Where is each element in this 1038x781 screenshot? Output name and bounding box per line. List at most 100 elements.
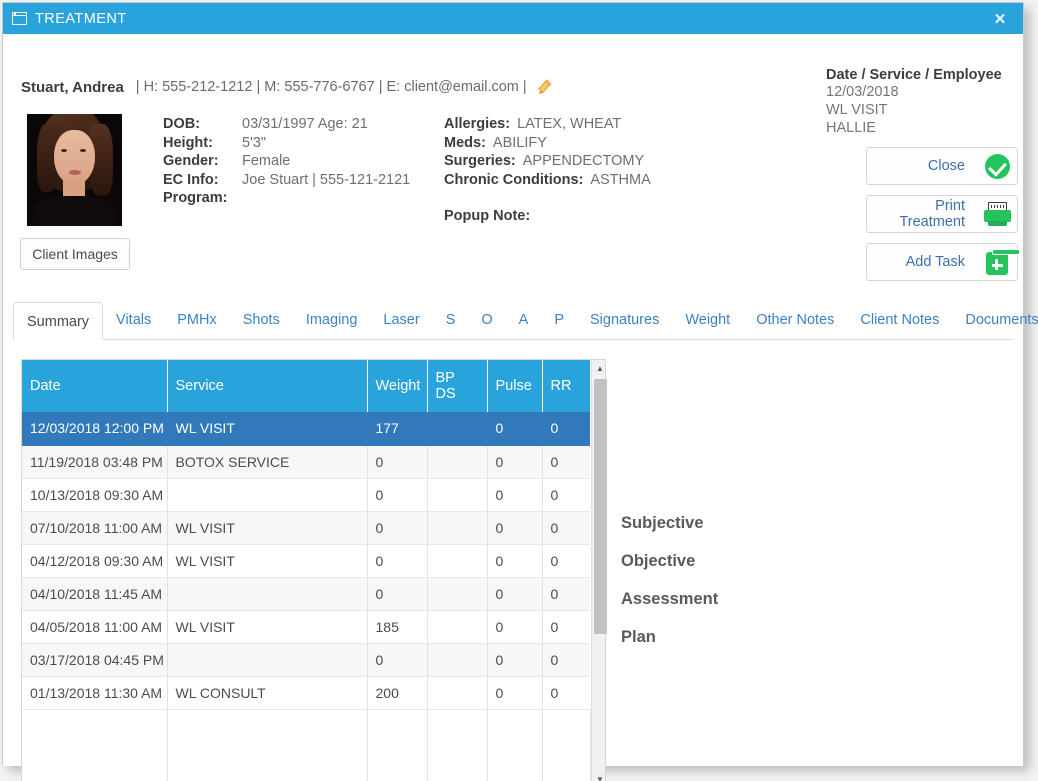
- tab-pmhx[interactable]: PMHx: [164, 302, 229, 339]
- cell-rr: 0: [542, 577, 590, 611]
- tab-weight[interactable]: Weight: [672, 302, 743, 339]
- treatment-history-table: Date Service Weight BP DS Pulse RR 12/03/2018…: [22, 360, 591, 781]
- cell-rr: 0: [542, 478, 590, 512]
- column-header-weight[interactable]: Weight: [367, 360, 428, 412]
- demographics-row: Gender: Female: [163, 152, 410, 171]
- cell-pulse: 0: [487, 445, 543, 479]
- medical-row: Surgeries: APPENDECTOMY: [444, 152, 651, 171]
- tab-a[interactable]: A: [506, 302, 542, 339]
- tab-client-notes[interactable]: Client Notes: [847, 302, 952, 339]
- demographics-row: EC Info: Joe Stuart | 555-121-2121: [163, 171, 410, 190]
- cell-pulse: 0: [487, 577, 543, 611]
- grid-vertical-scrollbar[interactable]: ▲ ▼: [590, 360, 609, 781]
- tab-s[interactable]: S: [433, 302, 469, 339]
- tab-vitals[interactable]: Vitals: [103, 302, 164, 339]
- soap-assessment[interactable]: Assessment: [621, 590, 718, 609]
- medical-value: ASTHMA: [590, 171, 651, 188]
- demographics-panel: DOB: 03/31/1997 Age: 21 Height: 5'3" Gen…: [163, 115, 410, 208]
- cell-weight: 0: [367, 544, 428, 578]
- medical-label: Surgeries:: [444, 153, 516, 169]
- print-treatment-button-label: Print Treatment: [899, 198, 965, 230]
- appointment-service: WL VISIT: [826, 102, 888, 118]
- demographics-label: Gender:: [163, 153, 219, 169]
- cell-pulse: 0: [487, 610, 543, 644]
- soap-subjective[interactable]: Subjective: [621, 514, 718, 533]
- check-circle-icon: [977, 153, 1017, 179]
- cell-date: 11/19/2018 03:48 PM: [22, 445, 168, 479]
- cell-service: WL VISIT: [167, 511, 368, 545]
- cell-bpds: [427, 511, 488, 545]
- print-treatment-button[interactable]: Print Treatment: [866, 195, 1018, 233]
- pencil-icon[interactable]: [537, 78, 555, 96]
- cell-date: 07/10/2018 11:00 AM: [22, 511, 168, 545]
- column-header-service[interactable]: Service: [167, 360, 368, 412]
- cell-service: WL VISIT: [167, 544, 368, 578]
- scrollbar-thumb[interactable]: [593, 379, 607, 634]
- demographics-label: Program:: [163, 190, 228, 206]
- close-button[interactable]: Close: [866, 147, 1018, 185]
- soap-panel: Subjective Objective Assessment Plan: [621, 514, 718, 666]
- column-header-pulse[interactable]: Pulse: [487, 360, 543, 412]
- cell-weight: 0: [367, 445, 428, 479]
- table-row[interactable]: 04/12/2018 09:30 AM WL VISIT 0 0 0: [22, 544, 590, 578]
- close-window-button[interactable]: ✕: [977, 3, 1023, 34]
- treatment-window: TREATMENT ✕ Stuart, Andrea | H: 555-212-…: [2, 2, 1038, 781]
- cell-service: WL CONSULT: [167, 676, 368, 710]
- printer-icon: [977, 202, 1017, 226]
- cell-weight: 177: [367, 412, 428, 446]
- table-row[interactable]: 07/10/2018 11:00 AM WL VISIT 0 0 0: [22, 511, 590, 545]
- tab-signatures[interactable]: Signatures: [577, 302, 672, 339]
- column-header-rr[interactable]: RR: [542, 360, 590, 412]
- screen: TREATMENT ✕ Stuart, Andrea | H: 555-212-…: [0, 0, 1038, 781]
- medical-label: Allergies:: [444, 116, 511, 132]
- cell-date: 01/13/2018 11:30 AM: [22, 676, 168, 710]
- tab-p[interactable]: P: [541, 302, 577, 339]
- window-content: Stuart, Andrea | H: 555-212-1212 | M: 55…: [3, 34, 1038, 781]
- medical-value: ABILIFY: [492, 134, 547, 151]
- tab-summary[interactable]: Summary: [13, 302, 104, 340]
- table-filler-row: [22, 709, 591, 781]
- cell-service: [167, 643, 368, 677]
- tab-documents[interactable]: Documents: [952, 302, 1038, 339]
- cell-rr: 0: [542, 610, 590, 644]
- column-header-bp-ds[interactable]: BP DS: [427, 360, 488, 412]
- table-row[interactable]: 03/17/2018 04:45 PM 0 0 0: [22, 643, 590, 677]
- cell-date: 03/17/2018 04:45 PM: [22, 643, 168, 677]
- cell-empty: [22, 709, 168, 781]
- cell-pulse: 0: [487, 544, 543, 578]
- scroll-down-arrow-icon[interactable]: ▼: [592, 771, 609, 781]
- client-images-button[interactable]: Client Images: [20, 238, 130, 270]
- medical-row: Allergies: LATEX, WHEAT: [444, 115, 651, 134]
- soap-objective[interactable]: Objective: [621, 552, 718, 571]
- cell-pulse: 0: [487, 643, 543, 677]
- column-header-date[interactable]: Date: [22, 360, 168, 412]
- cell-service: WL VISIT: [167, 412, 368, 446]
- table-row[interactable]: 10/13/2018 09:30 AM 0 0 0: [22, 478, 590, 512]
- cell-pulse: 0: [487, 676, 543, 710]
- client-header: Stuart, Andrea | H: 555-212-1212 | M: 55…: [21, 78, 555, 96]
- cell-pulse: 0: [487, 412, 543, 446]
- soap-plan[interactable]: Plan: [621, 628, 718, 647]
- medical-label: Meds:: [444, 134, 486, 151]
- table-row[interactable]: 04/10/2018 11:45 AM 0 0 0: [22, 577, 590, 611]
- cell-date: 04/05/2018 11:00 AM: [22, 610, 168, 644]
- tab-laser[interactable]: Laser: [370, 302, 432, 339]
- cell-bpds: [427, 445, 488, 479]
- table-row[interactable]: 01/13/2018 11:30 AM WL CONSULT 200 0 0: [22, 676, 590, 710]
- table-row[interactable]: 11/19/2018 03:48 PM BOTOX SERVICE 0 0 0: [22, 445, 590, 479]
- cell-empty: [167, 709, 368, 781]
- tab-imaging[interactable]: Imaging: [293, 302, 371, 339]
- tab-other-notes[interactable]: Other Notes: [743, 302, 847, 339]
- table-row[interactable]: 04/05/2018 11:00 AM WL VISIT 185 0 0: [22, 610, 590, 644]
- tab-o[interactable]: O: [468, 302, 505, 339]
- demographics-row: DOB: 03/31/1997 Age: 21: [163, 115, 410, 134]
- add-task-button[interactable]: Add Task: [866, 243, 1020, 281]
- cell-weight: 0: [367, 478, 428, 512]
- cell-service: WL VISIT: [167, 610, 368, 644]
- table-row[interactable]: 12/03/2018 12:00 PM WL VISIT 177 0 0: [22, 412, 590, 446]
- treatment-history-grid: Date Service Weight BP DS Pulse RR 12/03/2018…: [21, 359, 609, 781]
- scroll-up-arrow-icon[interactable]: ▲: [592, 360, 609, 377]
- cell-pulse: 0: [487, 478, 543, 512]
- cell-rr: 0: [542, 412, 590, 446]
- tab-shots[interactable]: Shots: [230, 302, 293, 339]
